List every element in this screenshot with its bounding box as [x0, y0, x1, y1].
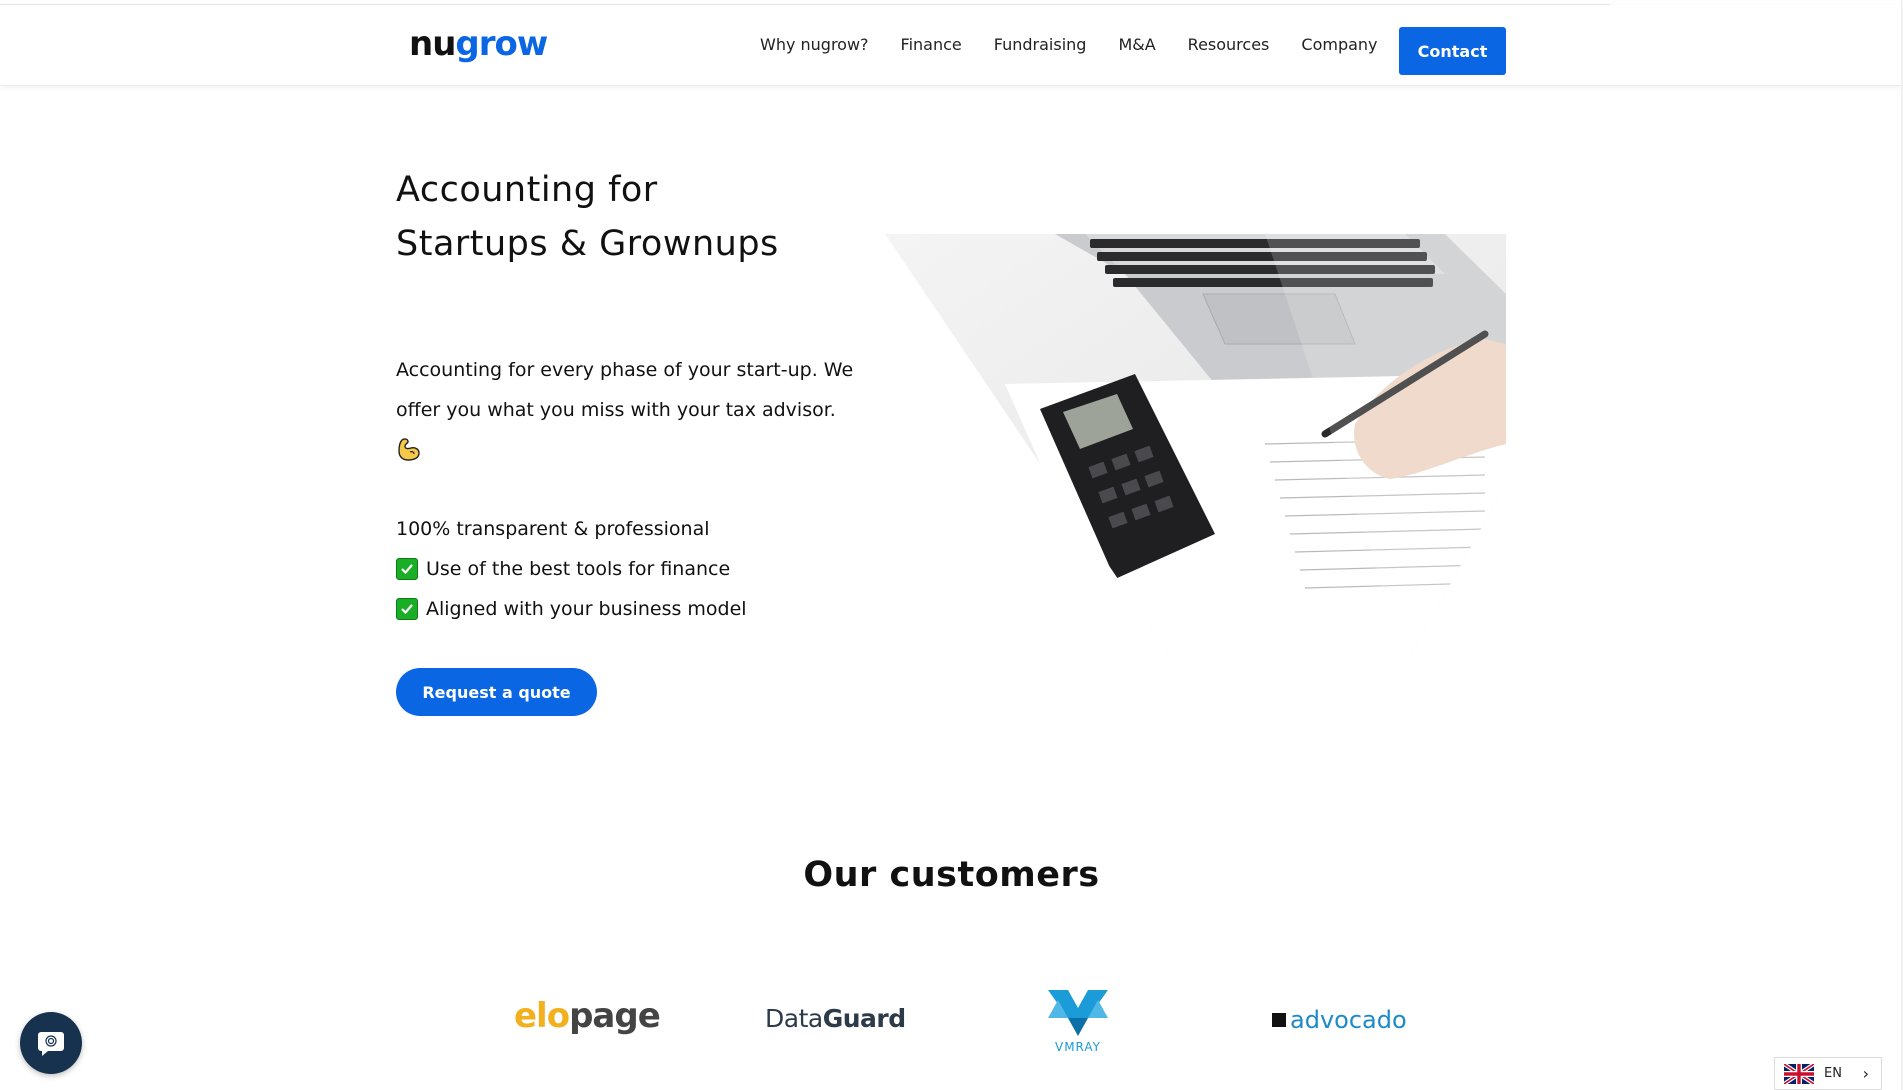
feature-label: Use of the best tools for finance: [426, 558, 731, 580]
uk-flag-icon: [1784, 1063, 1814, 1084]
chevron-right-icon: ›: [1862, 1064, 1869, 1083]
logo-text-nu: nu: [409, 24, 456, 64]
nav-fundraising[interactable]: Fundraising: [994, 35, 1087, 54]
advocado-logo: advocado: [1272, 1006, 1407, 1034]
site-header: nugrow Why nugrow? Finance Fundraising M…: [0, 5, 1903, 86]
nav-finance[interactable]: Finance: [901, 35, 962, 54]
hero-subtitle: Accounting for every phase of your start…: [396, 359, 854, 421]
language-selector[interactable]: EN ›: [1774, 1057, 1882, 1090]
hero-accounting-image: [885, 234, 1506, 656]
dataguard-logo: DataGuard: [765, 1004, 906, 1033]
chat-icon: [38, 1032, 64, 1056]
checkmark-icon: [396, 598, 418, 620]
vmray-mark-icon: [1048, 990, 1108, 1036]
feature-item: Use of the best tools for finance: [396, 558, 730, 580]
nav-why-nugrow[interactable]: Why nugrow?: [760, 35, 869, 54]
customers-title: Our customers: [803, 855, 1100, 895]
feature-item: Aligned with your business model: [396, 598, 747, 620]
flexed-biceps-icon: [398, 438, 420, 461]
language-code: EN: [1824, 1066, 1842, 1081]
nugrow-logo[interactable]: nugrow: [409, 24, 548, 64]
chat-widget-button[interactable]: [20, 1012, 82, 1074]
nav-resources[interactable]: Resources: [1188, 35, 1270, 54]
hero-title: Accounting for Startups & Grownups: [396, 170, 779, 264]
checkmark-icon: [396, 558, 418, 580]
request-quote-button[interactable]: Request a quote: [396, 668, 597, 716]
feature-label: Aligned with your business model: [426, 598, 747, 620]
main-nav: Why nugrow? Finance Fundraising M&A Reso…: [760, 35, 1410, 54]
vmray-logo: VMRAY: [1046, 990, 1110, 1054]
nav-m-and-a[interactable]: M&A: [1118, 35, 1155, 54]
elopage-logo: elopage: [514, 996, 661, 1036]
logo-text-grow: grow: [455, 24, 548, 64]
nav-company[interactable]: Company: [1301, 35, 1377, 54]
advocado-mark-icon: [1272, 1013, 1286, 1027]
feature-transparent: 100% transparent & professional: [396, 518, 710, 540]
contact-button[interactable]: Contact: [1399, 27, 1506, 75]
